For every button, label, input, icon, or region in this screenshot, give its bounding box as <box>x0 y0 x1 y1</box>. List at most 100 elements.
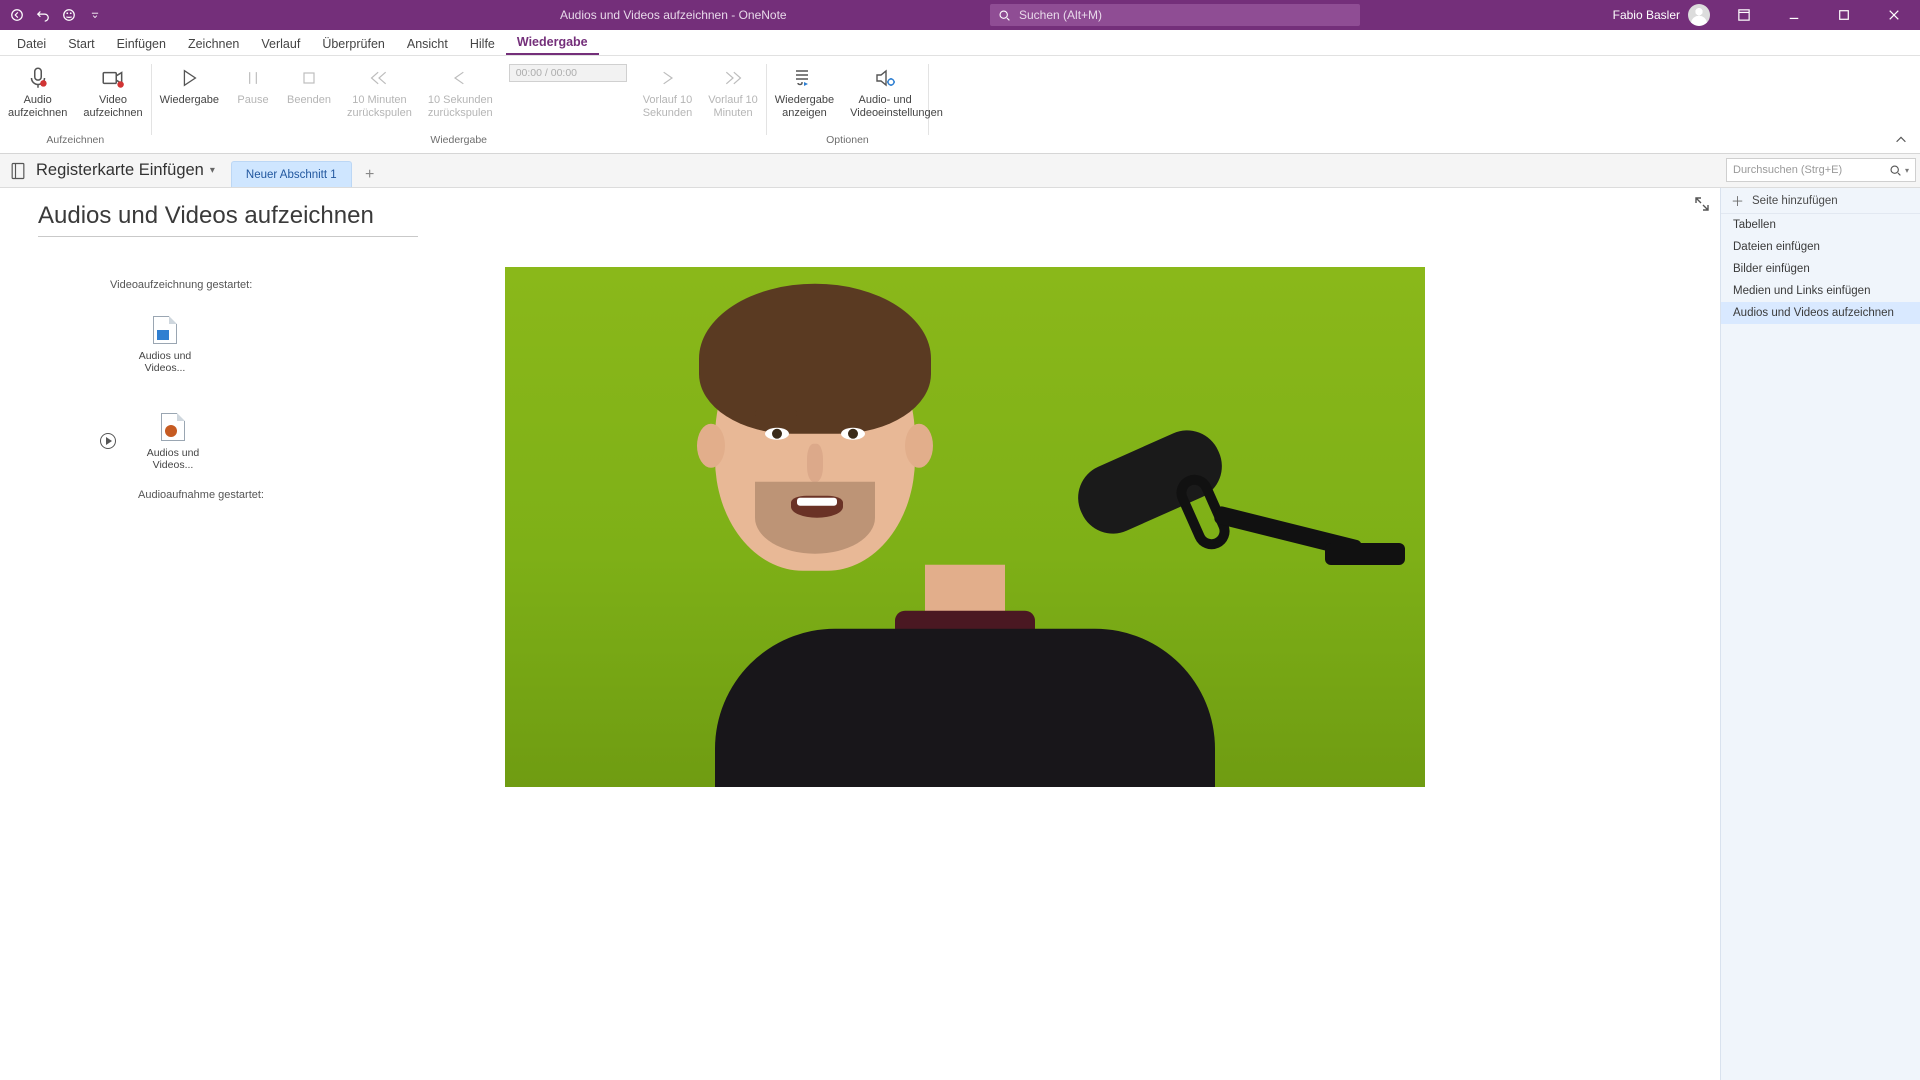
note-body: Videoaufzeichnung gestartet: Audios und … <box>0 241 1720 281</box>
forward-double-icon <box>719 64 747 92</box>
ribbon-tabs: Datei Start Einfügen Zeichnen Verlauf Üb… <box>0 30 1920 56</box>
play-button[interactable]: Wiedergabe <box>152 60 227 107</box>
section-tab[interactable]: Neuer Abschnitt 1 <box>231 161 352 187</box>
group-label-aufzeichnen: Aufzeichnen <box>46 134 104 150</box>
avatar-icon <box>1688 4 1710 26</box>
document-title: Audios und Videos aufzeichnen <box>560 8 728 22</box>
ribbon-display-options-button[interactable] <box>1722 0 1766 30</box>
tab-verlauf[interactable]: Verlauf <box>250 32 311 55</box>
page-item[interactable]: Bilder einfügen <box>1721 258 1920 280</box>
rewind-10min-button[interactable]: 10 Minuten zurückspulen <box>339 60 420 119</box>
chevron-down-icon: ▾ <box>210 165 215 176</box>
minimize-button[interactable] <box>1772 0 1816 30</box>
page-item[interactable]: Tabellen <box>1721 214 1920 236</box>
play-indicator-icon[interactable] <box>100 433 116 449</box>
attachment-name: Audios und Videos... <box>128 447 218 471</box>
notebook-name: Registerkarte Einfügen <box>36 161 204 180</box>
pause-icon <box>239 64 267 92</box>
add-section-button[interactable]: + <box>358 163 382 187</box>
tab-wiedergabe[interactable]: Wiedergabe <box>506 30 599 55</box>
forward-10min-button[interactable]: Vorlauf 10 Minuten <box>700 60 766 119</box>
ribbon-group-optionen: Wiedergabe anzeigen Audio- und Videoeins… <box>767 60 928 153</box>
titlebar-right: Fabio Basler <box>1603 0 1920 30</box>
pause-button[interactable]: Pause <box>227 60 279 107</box>
undo-button[interactable] <box>32 4 54 26</box>
add-page-button[interactable]: ＋ Seite hinzufügen <box>1721 188 1920 214</box>
account-button[interactable]: Fabio Basler <box>1607 4 1716 26</box>
chevron-down-icon: ▾ <box>1905 166 1909 175</box>
search-box[interactable]: Suchen (Alt+M) <box>990 4 1360 26</box>
search-icon <box>1889 164 1902 177</box>
qat-customize-button[interactable] <box>84 4 106 26</box>
forward-10min-label: Vorlauf 10 Minuten <box>708 94 758 119</box>
page-item[interactable]: Audios und Videos aufzeichnen <box>1721 302 1920 324</box>
play-label: Wiedergabe <box>160 94 219 107</box>
play-icon <box>175 64 203 92</box>
record-video-button[interactable]: Video aufzeichnen <box>75 60 150 119</box>
group-label-optionen: Optionen <box>826 134 869 150</box>
add-page-label: Seite hinzufügen <box>1752 195 1838 207</box>
notebook-icon <box>8 161 28 181</box>
tab-zeichnen[interactable]: Zeichnen <box>177 32 250 55</box>
forward-icon <box>653 64 681 92</box>
audio-attachment[interactable]: Audios und Videos... <box>128 413 218 471</box>
record-audio-button[interactable]: Audio aufzeichnen <box>0 60 75 119</box>
attachment-name: Audios und Videos... <box>120 350 210 374</box>
tab-datei[interactable]: Datei <box>6 32 57 55</box>
title-center: Audios und Videos aufzeichnen - OneNote … <box>560 4 1360 26</box>
share-button[interactable] <box>1894 34 1910 50</box>
video-preview[interactable] <box>505 267 1425 787</box>
ribbon-separator <box>928 64 929 135</box>
stop-button[interactable]: Beenden <box>279 60 339 107</box>
page-search-box[interactable]: Durchsuchen (Strg+E) ▾ <box>1726 158 1916 182</box>
video-attachment[interactable]: Audios und Videos... <box>120 316 210 374</box>
ribbon-group-wiedergabe: Wiedergabe Pause Beenden 10 Minuten zurü… <box>152 60 766 153</box>
ribbon-group-aufzeichnen: Audio aufzeichnen Video aufzeichnen Aufz… <box>0 60 151 153</box>
record-video-label: Video aufzeichnen <box>83 94 142 119</box>
show-playback-button[interactable]: Wiedergabe anzeigen <box>767 60 842 119</box>
section-tabs: Neuer Abschnitt 1 + <box>231 154 382 187</box>
video-started-label: Videoaufzeichnung gestartet: <box>110 279 252 291</box>
close-button[interactable] <box>1872 0 1916 30</box>
group-label-wiedergabe: Wiedergabe <box>430 134 487 150</box>
forward-10sec-button[interactable]: Vorlauf 10 Sekunden <box>635 60 701 119</box>
list-playback-icon <box>790 64 818 92</box>
microphone-icon <box>24 64 52 92</box>
tab-einfuegen[interactable]: Einfügen <box>106 32 177 55</box>
tab-ueberpruefen[interactable]: Überprüfen <box>311 32 396 55</box>
rewind-10sec-button[interactable]: 10 Sekunden zurückspulen <box>420 60 501 119</box>
rewind-10sec-label: 10 Sekunden zurückspulen <box>428 94 493 119</box>
stop-icon <box>295 64 323 92</box>
collapse-ribbon-button[interactable] <box>1894 133 1910 149</box>
file-icon <box>161 413 185 441</box>
window-title: Audios und Videos aufzeichnen - OneNote <box>560 8 787 22</box>
titlebar: Audios und Videos aufzeichnen - OneNote … <box>0 0 1920 30</box>
back-button[interactable] <box>6 4 28 26</box>
notebook-picker[interactable]: Registerkarte Einfügen ▾ <box>36 161 215 180</box>
forward-10sec-label: Vorlauf 10 Sekunden <box>643 94 693 119</box>
playback-time-display: 00:00 / 00:00 <box>509 64 627 82</box>
page-title[interactable]: Audios und Videos aufzeichnen <box>38 202 418 237</box>
page-item[interactable]: Dateien einfügen <box>1721 236 1920 258</box>
record-audio-label: Audio aufzeichnen <box>8 94 67 119</box>
tab-ansicht[interactable]: Ansicht <box>396 32 459 55</box>
maximize-button[interactable] <box>1822 0 1866 30</box>
user-name: Fabio Basler <box>1613 8 1680 22</box>
av-settings-label: Audio- und Videoeinstellungen <box>850 94 920 119</box>
stop-label: Beenden <box>287 94 331 107</box>
page-canvas[interactable]: Audios und Videos aufzeichnen Videoaufze… <box>0 188 1720 1080</box>
page-item[interactable]: Medien und Links einfügen <box>1721 280 1920 302</box>
page-search-placeholder: Durchsuchen (Strg+E) <box>1733 164 1842 176</box>
tab-hilfe[interactable]: Hilfe <box>459 32 506 55</box>
tab-start[interactable]: Start <box>57 32 105 55</box>
audio-started-label: Audioaufnahme gestartet: <box>138 489 264 501</box>
av-settings-button[interactable]: Audio- und Videoeinstellungen <box>842 60 928 119</box>
touch-mode-button[interactable] <box>58 4 80 26</box>
title-sep: - <box>728 8 739 22</box>
pages-pane: ＋ Seite hinzufügen Tabellen Dateien einf… <box>1720 188 1920 1080</box>
expand-page-button[interactable] <box>1694 196 1712 214</box>
plus-icon: ＋ <box>1731 191 1744 210</box>
search-icon <box>998 9 1011 22</box>
file-icon <box>153 316 177 344</box>
quick-access-toolbar <box>0 4 112 26</box>
